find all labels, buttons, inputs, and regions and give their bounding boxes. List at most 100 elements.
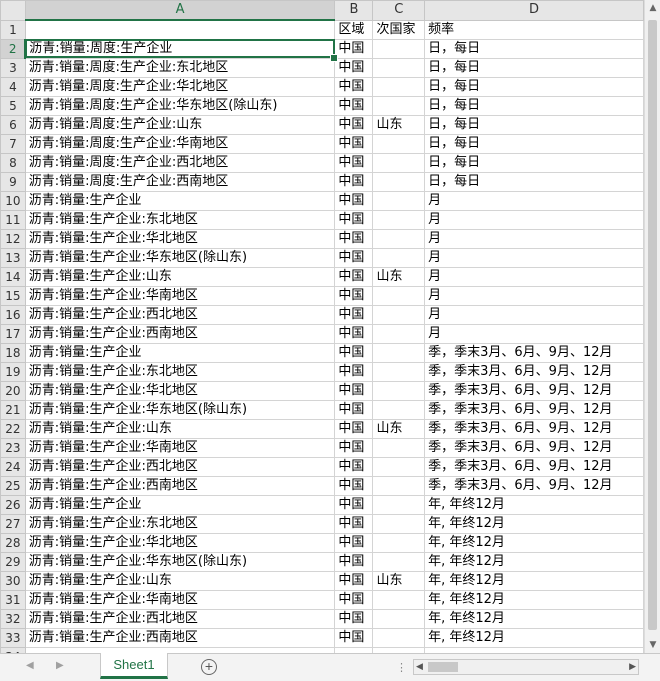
- cell-d22[interactable]: 季，季末3月、6月、9月、12月: [424, 418, 644, 439]
- cell-b26[interactable]: 中国: [334, 494, 374, 515]
- cell-a32[interactable]: 沥青:销量:生产企业:西北地区: [24, 608, 336, 629]
- cell-b12[interactable]: 中国: [334, 228, 374, 249]
- cell-b20[interactable]: 中国: [334, 380, 374, 401]
- cell-a20[interactable]: 沥青:销量:生产企业:华北地区: [24, 380, 336, 401]
- cell-a12[interactable]: 沥青:销量:生产企业:华北地区: [24, 228, 336, 249]
- cell-d9[interactable]: 日，每日: [424, 171, 644, 192]
- cell-a30[interactable]: 沥青:销量:生产企业:山东: [24, 570, 336, 591]
- vertical-scroll-thumb[interactable]: [648, 20, 657, 630]
- cell-b3[interactable]: 中国: [334, 57, 374, 78]
- cell-a31[interactable]: 沥青:销量:生产企业:华南地区: [24, 589, 336, 610]
- cell-d18[interactable]: 季，季末3月、6月、9月、12月: [424, 342, 644, 363]
- column-header-d[interactable]: D: [424, 0, 644, 21]
- cell-c5[interactable]: [372, 95, 426, 116]
- cell-c9[interactable]: [372, 171, 426, 192]
- cell-a17[interactable]: 沥青:销量:生产企业:西南地区: [24, 323, 336, 344]
- cell-b14[interactable]: 中国: [334, 266, 374, 287]
- select-all-corner[interactable]: [0, 0, 26, 21]
- row-header[interactable]: 20: [0, 380, 26, 401]
- cell-c1[interactable]: 次国家: [372, 19, 426, 40]
- cell-c8[interactable]: [372, 152, 426, 173]
- cell-d32[interactable]: 年, 年终12月: [424, 608, 644, 629]
- row-header[interactable]: 8: [0, 152, 26, 173]
- row-header[interactable]: 2: [0, 38, 27, 59]
- cell-d3[interactable]: 日，每日: [424, 57, 644, 78]
- cell-c25[interactable]: [372, 475, 426, 496]
- cell-d19[interactable]: 季，季末3月、6月、9月、12月: [424, 361, 644, 382]
- cell-d12[interactable]: 月: [424, 228, 644, 249]
- cell-a13[interactable]: 沥青:销量:生产企业:华东地区(除山东): [24, 247, 336, 268]
- plus-circle-icon[interactable]: +: [201, 659, 217, 675]
- cell-a21[interactable]: 沥青:销量:生产企业:华东地区(除山东): [24, 399, 336, 420]
- cell-b21[interactable]: 中国: [334, 399, 374, 420]
- cell-b17[interactable]: 中国: [334, 323, 374, 344]
- cell-b33[interactable]: 中国: [334, 627, 374, 648]
- cell-b31[interactable]: 中国: [334, 589, 374, 610]
- scroll-right-arrow-icon[interactable]: ▶: [629, 661, 636, 672]
- cell-d20[interactable]: 季，季末3月、6月、9月、12月: [424, 380, 644, 401]
- row-header[interactable]: 16: [0, 304, 26, 325]
- cell-d30[interactable]: 年, 年终12月: [424, 570, 644, 591]
- cell-c20[interactable]: [372, 380, 426, 401]
- scroll-up-arrow-icon[interactable]: ▲: [645, 0, 660, 16]
- cell-d17[interactable]: 月: [424, 323, 644, 344]
- cell-a22[interactable]: 沥青:销量:生产企业:山东: [24, 418, 336, 439]
- cell-b19[interactable]: 中国: [334, 361, 374, 382]
- cell-c18[interactable]: [372, 342, 426, 363]
- cell-d11[interactable]: 月: [424, 209, 644, 230]
- row-header[interactable]: 5: [0, 95, 26, 116]
- column-header-c[interactable]: C: [372, 0, 426, 21]
- row-header[interactable]: 7: [0, 133, 26, 154]
- cell-d28[interactable]: 年, 年终12月: [424, 532, 644, 553]
- vertical-scrollbar[interactable]: ▲ ▼: [644, 0, 660, 653]
- row-header[interactable]: 31: [0, 589, 26, 610]
- row-header[interactable]: 30: [0, 570, 26, 591]
- cell-a4[interactable]: 沥青:销量:周度:生产企业:华北地区: [24, 76, 336, 97]
- row-header[interactable]: 32: [0, 608, 26, 629]
- cell-b2[interactable]: 中国: [334, 38, 374, 59]
- row-header[interactable]: 15: [0, 285, 26, 306]
- cell-a6[interactable]: 沥青:销量:周度:生产企业:山东: [24, 114, 336, 135]
- column-header-a[interactable]: A: [24, 0, 336, 21]
- cell-c24[interactable]: [372, 456, 426, 477]
- scroll-down-arrow-icon[interactable]: ▼: [645, 637, 660, 653]
- row-header[interactable]: 24: [0, 456, 26, 477]
- cell-d14[interactable]: 月: [424, 266, 644, 287]
- cell-c15[interactable]: [372, 285, 426, 306]
- column-header-b[interactable]: B: [334, 0, 374, 21]
- cell-b32[interactable]: 中国: [334, 608, 374, 629]
- cell-d7[interactable]: 日，每日: [424, 133, 644, 154]
- cell-a23[interactable]: 沥青:销量:生产企业:华南地区: [24, 437, 336, 458]
- cell-c21[interactable]: [372, 399, 426, 420]
- cell-d25[interactable]: 季，季末3月、6月、9月、12月: [424, 475, 644, 496]
- row-header[interactable]: 29: [0, 551, 26, 572]
- row-header[interactable]: 17: [0, 323, 26, 344]
- sheet-tab-sheet1[interactable]: Sheet1: [100, 653, 168, 679]
- cell-c22[interactable]: 山东: [372, 418, 426, 439]
- cell-a24[interactable]: 沥青:销量:生产企业:西北地区: [24, 456, 336, 477]
- cell-b7[interactable]: 中国: [334, 133, 374, 154]
- cell-a18[interactable]: 沥青:销量:生产企业: [24, 342, 336, 363]
- cell-a14[interactable]: 沥青:销量:生产企业:山东: [24, 266, 336, 287]
- cell-d1[interactable]: 频率: [424, 19, 644, 40]
- cell-b18[interactable]: 中国: [334, 342, 374, 363]
- row-header[interactable]: 19: [0, 361, 26, 382]
- cell-d4[interactable]: 日，每日: [424, 76, 644, 97]
- cell-b1[interactable]: 区域: [334, 19, 374, 40]
- row-header[interactable]: 21: [0, 399, 26, 420]
- cell-c3[interactable]: [372, 57, 426, 78]
- cell-c23[interactable]: [372, 437, 426, 458]
- cell-b4[interactable]: 中国: [334, 76, 374, 97]
- row-header[interactable]: 13: [0, 247, 26, 268]
- cell-d16[interactable]: 月: [424, 304, 644, 325]
- cell-c16[interactable]: [372, 304, 426, 325]
- cell-c10[interactable]: [372, 190, 426, 211]
- row-header[interactable]: 28: [0, 532, 26, 553]
- row-header[interactable]: 3: [0, 57, 26, 78]
- cell-c11[interactable]: [372, 209, 426, 230]
- cell-a16[interactable]: 沥青:销量:生产企业:西北地区: [24, 304, 336, 325]
- cell-d23[interactable]: 季，季末3月、6月、9月、12月: [424, 437, 644, 458]
- triangle-right-icon[interactable]: ▶: [56, 660, 64, 671]
- row-header[interactable]: 1: [0, 19, 26, 40]
- cell-d10[interactable]: 月: [424, 190, 644, 211]
